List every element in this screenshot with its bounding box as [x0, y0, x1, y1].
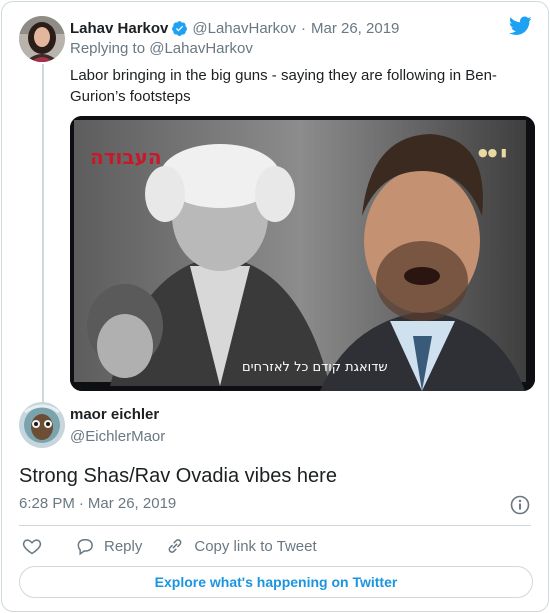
thread-connector-line	[42, 64, 44, 402]
reply-icon	[74, 536, 96, 556]
parent-tweet-text: Labor bringing in the big guns - saying …	[70, 67, 497, 105]
tweet-timestamp[interactable]: 6:28 PM · Mar 26, 2019	[19, 495, 176, 512]
verified-badge-icon	[171, 20, 188, 37]
maor-eichler-avatar[interactable]	[19, 402, 65, 448]
tweet-time[interactable]: 6:28 PM	[19, 495, 75, 512]
reply-tweet-text: Strong Shas/Rav Ovadia vibes here	[19, 465, 337, 487]
actions-divider	[19, 525, 531, 526]
parent-tweet-date[interactable]: Mar 26, 2019	[311, 20, 399, 37]
link-icon	[165, 536, 185, 556]
parent-author-name[interactable]: Lahav Harkov	[70, 20, 168, 37]
explore-twitter-button[interactable]: Explore what's happening on Twitter	[19, 566, 533, 598]
tweet-media-image[interactable]: העבודה שדואגת קודם כל לאזרחים ●● ▮	[70, 116, 535, 391]
replying-to-line: Replying to @LahavHarkov	[70, 40, 253, 57]
tweet-actions-bar: Reply Copy link to Tweet	[22, 535, 317, 557]
reply-label: Reply	[104, 537, 143, 555]
media-subtitle: שדואגת קודם כל לאזרחים	[242, 360, 388, 375]
reply-author-handle[interactable]: @EichlerMaor	[70, 428, 165, 445]
twitter-bird-icon[interactable]	[508, 16, 532, 41]
replying-to-handle[interactable]: @LahavHarkov	[149, 40, 253, 57]
copy-link-button[interactable]: Copy link to Tweet	[165, 536, 317, 556]
media-logo-text: העבודה	[90, 145, 162, 169]
copy-link-label: Copy link to Tweet	[194, 537, 317, 555]
timestamp-separator: ·	[78, 495, 84, 512]
reply-author-name[interactable]: maor eichler	[70, 406, 159, 423]
channel-mark: ●● ▮	[478, 146, 507, 159]
header-separator: ·	[301, 19, 306, 37]
lahav-harkov-avatar[interactable]	[19, 16, 65, 62]
like-button[interactable]	[22, 536, 42, 556]
parent-author-handle[interactable]: @LahavHarkov	[192, 20, 296, 37]
replying-to-prefix: Replying to	[70, 40, 146, 57]
tweet-date[interactable]: Mar 26, 2019	[88, 495, 176, 512]
heart-icon	[22, 536, 42, 556]
embedded-tweet-card: Lahav Harkov @LahavHarkov · Mar 26, 2019…	[1, 1, 549, 612]
info-icon[interactable]	[510, 495, 530, 515]
parent-tweet-header: Lahav Harkov @LahavHarkov · Mar 26, 2019	[70, 18, 399, 38]
reply-button[interactable]: Reply	[74, 536, 142, 556]
